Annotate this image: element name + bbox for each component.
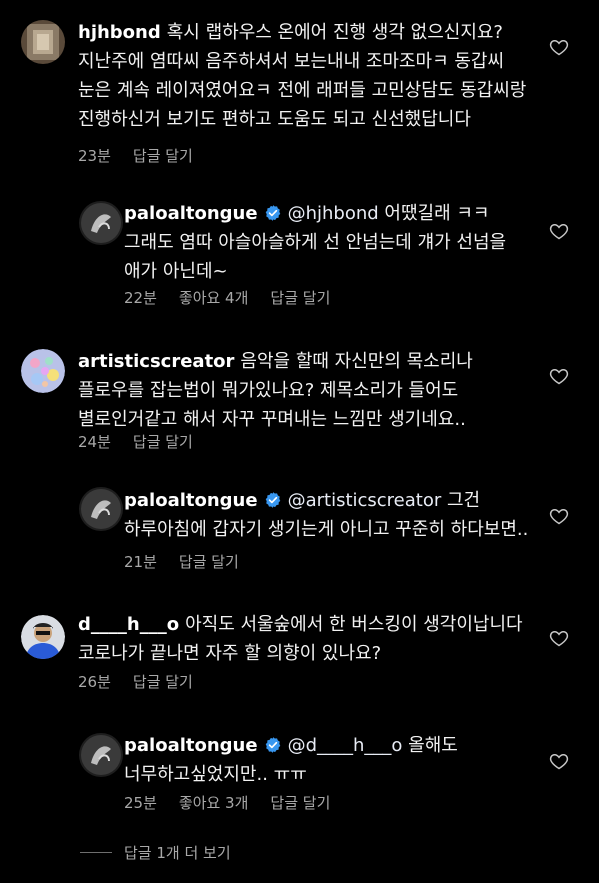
avatar[interactable] — [79, 201, 123, 245]
comment-text: paloaltongue @hjhbond 어땠길래 ㅋㅋ 그래도 염따 아슬아슬… — [124, 199, 536, 286]
verified-badge-icon — [265, 737, 280, 753]
reply-button[interactable]: 답글 달기 — [270, 289, 330, 307]
avatar-d-h-o-icon — [21, 615, 65, 659]
like-heart-icon[interactable] — [549, 506, 569, 526]
avatar[interactable] — [79, 733, 123, 777]
verified-badge-icon — [265, 492, 280, 508]
reply-button[interactable]: 답글 달기 — [133, 147, 193, 165]
avatar-hjhbond-icon — [21, 20, 65, 64]
mention-link[interactable]: @artisticscreator — [288, 490, 442, 511]
comment-time: 24분 — [78, 433, 111, 451]
avatar[interactable] — [79, 487, 123, 531]
like-heart-icon[interactable] — [549, 37, 569, 57]
comment-text: paloaltongue @artisticscreator 그건 하루아침에 갑… — [124, 486, 536, 544]
like-heart-icon[interactable] — [549, 366, 569, 386]
avatar-artisticscreator-icon — [21, 349, 65, 393]
comment-username[interactable]: artisticscreator — [78, 351, 234, 372]
likes-count[interactable]: 좋아요 4개 — [179, 289, 249, 307]
avatar-paloaltongue-icon — [79, 487, 123, 531]
comment-username[interactable]: hjhbond — [78, 22, 161, 43]
comment-username[interactable]: paloaltongue — [124, 203, 258, 224]
comment-time: 23분 — [78, 147, 111, 165]
comment-time: 22분 — [124, 289, 157, 307]
avatar[interactable] — [21, 615, 65, 659]
comment-username[interactable]: d____h___o — [78, 614, 179, 635]
comment-meta: 22분 좋아요 4개 답글 달기 — [124, 287, 352, 308]
comment-text: hjhbond 혹시 랩하우스 온에어 진행 생각 없으신지요? 지난주에 염따씨… — [78, 18, 536, 134]
comment-meta: 23분 답글 달기 — [78, 145, 215, 166]
comment-time: 25분 — [124, 794, 157, 812]
like-heart-icon[interactable] — [549, 221, 569, 241]
comment-username[interactable]: paloaltongue — [124, 490, 258, 511]
comment-meta: 24분 답글 달기 — [78, 431, 215, 452]
comment-meta: 21분 답글 달기 — [124, 551, 261, 572]
like-heart-icon[interactable] — [549, 628, 569, 648]
avatar[interactable] — [21, 20, 65, 64]
comment-text: d____h___o 아직도 서울숲에서 한 버스킹이 생각이납니다 코로나가 끝… — [78, 610, 536, 668]
likes-count[interactable]: 좋아요 3개 — [179, 794, 249, 812]
comment-meta: 26분 답글 달기 — [78, 671, 215, 692]
mention-link[interactable]: @d____h___o — [288, 735, 403, 756]
view-more-replies-button[interactable]: 답글 1개 더 보기 — [80, 842, 231, 863]
view-more-label: 답글 1개 더 보기 — [124, 844, 231, 862]
reply-button[interactable]: 답글 달기 — [270, 794, 330, 812]
reply-button[interactable]: 답글 달기 — [133, 673, 193, 691]
reply-button[interactable]: 답글 달기 — [133, 433, 193, 451]
comment-text: paloaltongue @d____h___o 올해도 너무하고싶었지만.. ㅠ… — [124, 731, 536, 789]
verified-badge-icon — [265, 205, 280, 221]
like-heart-icon[interactable] — [549, 751, 569, 771]
comment-username[interactable]: paloaltongue — [124, 735, 258, 756]
comment-meta: 25분 좋아요 3개 답글 달기 — [124, 792, 352, 813]
avatar[interactable] — [21, 349, 65, 393]
comment-time: 21분 — [124, 553, 157, 571]
avatar-paloaltongue-icon — [79, 733, 123, 777]
comment-time: 26분 — [78, 673, 111, 691]
divider-line — [80, 852, 112, 853]
mention-link[interactable]: @hjhbond — [288, 203, 379, 224]
reply-button[interactable]: 답글 달기 — [179, 553, 239, 571]
comment-text: artisticscreator 음악을 할때 자신만의 목소리나 플로우를 잡는… — [78, 347, 536, 434]
avatar-paloaltongue-icon — [79, 201, 123, 245]
